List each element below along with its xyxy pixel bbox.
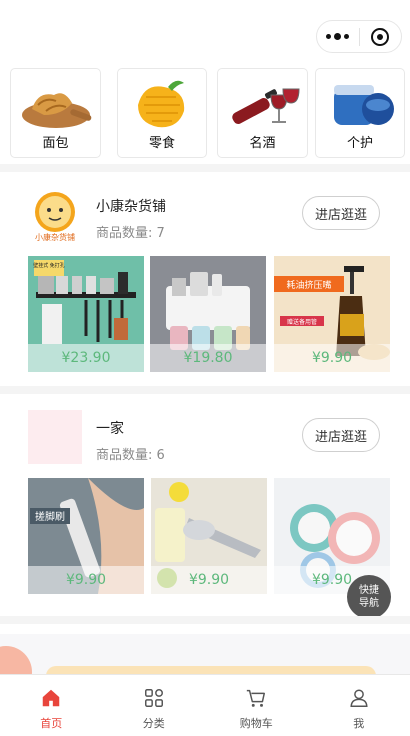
section-divider (0, 386, 410, 394)
shop-card: 一家 商品数量: 6 进店逛逛 搓脚刷 ¥9.90 ¥9.90 ¥9.90 (0, 394, 410, 608)
close-button[interactable] (359, 21, 401, 52)
bottom-tab-bar: 首页 分类 购物车 我 (0, 674, 410, 736)
more-dots-icon (326, 33, 350, 40)
svg-text:耗油挤压嘴: 耗油挤压嘴 (286, 279, 331, 291)
svg-text:搓脚刷: 搓脚刷 (35, 510, 65, 523)
category-row: 面包 零食 名酒 个护 (0, 66, 410, 160)
bread-icon (21, 93, 91, 128)
product-price: ¥9.90 (28, 566, 144, 594)
enter-shop-button[interactable]: 进店逛逛 (302, 196, 380, 230)
capsule-menu (316, 20, 402, 53)
tab-category[interactable]: 分类 (103, 675, 206, 736)
product-price: ¥19.80 (150, 344, 266, 372)
product-price: ¥9.90 (274, 344, 390, 372)
tab-cart[interactable]: 购物车 (205, 675, 308, 736)
shop-logo[interactable]: 小康杂货铺 (28, 188, 82, 242)
enter-shop-button[interactable]: 进店逛逛 (302, 418, 380, 452)
grid-icon (144, 689, 163, 707)
section-divider (0, 164, 410, 172)
tab-me[interactable]: 我 (308, 675, 410, 736)
top-bar (0, 0, 410, 60)
product-card[interactable]: 壁挂式 免打孔 ¥23.90 (28, 256, 144, 372)
shop-name: 一家 (96, 421, 124, 437)
product-card[interactable]: 搓脚刷 ¥9.90 (28, 478, 144, 594)
cream-jar-icon (334, 85, 394, 125)
quick-nav-label-2: 导航 (359, 598, 379, 609)
category-bread[interactable]: 面包 (10, 68, 101, 158)
mango-icon (138, 80, 185, 128)
product-price: ¥23.90 (28, 344, 144, 372)
svg-text:壁挂式 免打孔: 壁挂式 免打孔 (33, 262, 65, 269)
product-count: 商品数量: 6 (96, 448, 165, 463)
tab-label: 购物车 (239, 717, 273, 730)
svg-text:小康杂货铺: 小康杂货铺 (35, 232, 75, 242)
wine-icon (231, 88, 300, 124)
category-label: 名酒 (249, 136, 276, 151)
tab-label: 首页 (40, 717, 63, 730)
category-snacks[interactable]: 零食 (117, 68, 207, 158)
category-wine[interactable]: 名酒 (217, 68, 308, 158)
category-label: 零食 (148, 136, 175, 151)
product-price: ¥9.90 (151, 566, 267, 594)
section-divider (0, 616, 410, 624)
quick-nav-button[interactable]: 快捷 导航 (347, 575, 391, 619)
more-button[interactable] (317, 21, 359, 52)
tab-home[interactable]: 首页 (0, 675, 103, 736)
product-count: 商品数量: 7 (96, 226, 165, 241)
tab-label: 我 (353, 717, 365, 730)
shop-card: 小康杂货铺 小康杂货铺 商品数量: 7 进店逛逛 壁挂式 免打孔 ¥23.90 (0, 172, 410, 386)
product-card[interactable]: 耗油挤压嘴 赠送备用管 ¥9.90 (274, 256, 390, 372)
category-label: 面包 (42, 136, 69, 151)
shop-name: 小康杂货铺 (96, 199, 166, 215)
target-icon (371, 27, 390, 46)
shop-logo[interactable] (28, 410, 82, 464)
product-card[interactable]: ¥19.80 (150, 256, 266, 372)
home-icon (43, 689, 60, 707)
decorative-circle (0, 646, 32, 674)
product-card[interactable]: ¥9.90 (151, 478, 267, 594)
decorative-banner (46, 666, 376, 674)
next-section-peek (0, 634, 410, 674)
cart-icon (247, 689, 266, 707)
category-personal-care[interactable]: 个护 (315, 68, 405, 158)
svg-text:赠送备用管: 赠送备用管 (287, 318, 317, 326)
quick-nav-label-1: 快捷 (359, 585, 379, 596)
category-label: 个护 (346, 136, 373, 151)
user-icon (350, 689, 368, 707)
tab-label: 分类 (142, 717, 165, 730)
